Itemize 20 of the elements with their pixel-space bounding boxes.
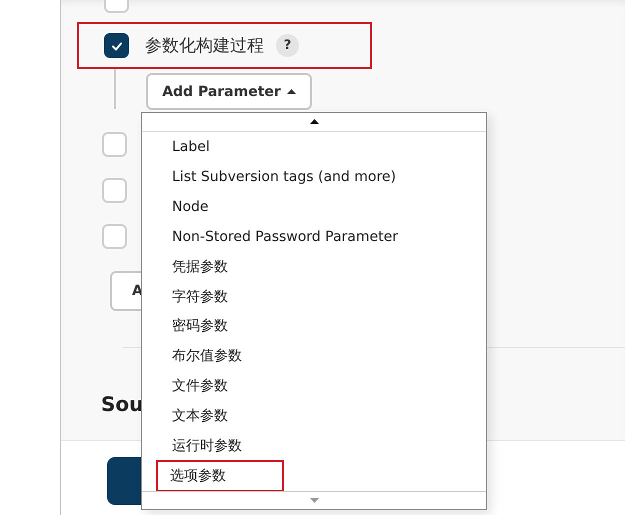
menu-item[interactable]: Label: [172, 138, 210, 155]
checkbox[interactable]: [104, 33, 129, 58]
scroll-down-icon[interactable]: [310, 498, 318, 504]
option-label: 参数化构建过程: [145, 35, 264, 57]
caret-icon: [286, 89, 296, 94]
menu-item[interactable]: 密码参数: [172, 317, 228, 336]
menu-item[interactable]: List Subversion tags (and more): [172, 168, 396, 185]
section-heading: Sou: [101, 392, 144, 416]
add-parameter-button[interactable]: Add Parameter: [146, 73, 312, 110]
menu-item[interactable]: 文件参数: [172, 377, 228, 396]
help-button[interactable]: ?: [276, 34, 299, 57]
menu-item[interactable]: 凭据参数: [172, 258, 228, 276]
menu-item[interactable]: Non-Stored Password Parameter: [172, 228, 398, 245]
menu-item[interactable]: 运行时参数: [172, 437, 242, 456]
scroll-up-icon[interactable]: [310, 119, 318, 124]
menu-item[interactable]: 字符参数: [172, 288, 228, 306]
menu-item[interactable]: Node: [172, 198, 209, 215]
menu-item[interactable]: 选项参数: [156, 460, 284, 492]
menu-item[interactable]: 布尔值参数: [172, 347, 242, 366]
menu-item[interactable]: 文本参数: [172, 407, 228, 426]
